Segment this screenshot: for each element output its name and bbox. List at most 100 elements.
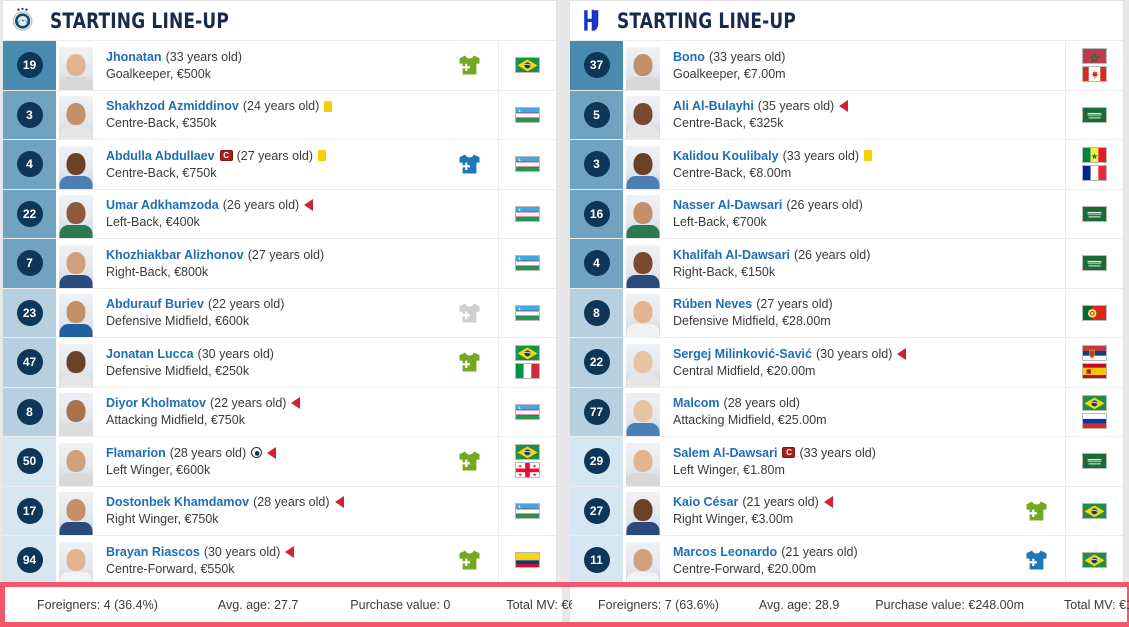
player-row[interactable]: 22 Sergej Milinković-Savić (30 years old) C… <box>570 338 1123 388</box>
player-photo[interactable] <box>59 492 93 535</box>
player-row[interactable]: 3 Shakhzod Azmiddinov (24 years old) Centre… <box>3 90 556 140</box>
jersey-in-grey-icon[interactable] <box>457 302 482 324</box>
player-row[interactable]: 11 Marcos Leonardo (21 years old) Centre-Fo… <box>570 536 1123 586</box>
player-name-link[interactable]: Abdurauf Buriev <box>106 296 204 312</box>
player-row[interactable]: 8 Rúben Neves (27 years old) Defensive Midf… <box>570 288 1123 338</box>
player-name-link[interactable]: Malcom <box>673 395 720 411</box>
player-row[interactable]: 23 Abdurauf Buriev (22 years old) Defensive… <box>3 288 556 338</box>
player-row[interactable]: 19 Jhonatan (33 years old) Goalkeeper, €500… <box>3 41 556 91</box>
player-photo[interactable] <box>626 145 660 189</box>
player-name-link[interactable]: Jhonatan <box>106 49 162 65</box>
player-photo-cell[interactable] <box>623 338 663 387</box>
shirt-number-badge: 8 <box>16 398 43 425</box>
player-name-link[interactable]: Rúben Neves <box>673 296 752 312</box>
player-photo-cell[interactable] <box>56 289 96 337</box>
colombia-flag-icon <box>515 552 540 569</box>
player-row[interactable]: 8 Diyor Kholmatov (22 years old) Attacking … <box>3 387 556 437</box>
player-photo[interactable] <box>626 46 660 90</box>
player-photo[interactable] <box>626 96 660 139</box>
player-name-link[interactable]: Umar Adkhamzoda <box>106 197 219 213</box>
player-name-link[interactable]: Marcos Leonardo <box>673 544 777 560</box>
player-photo-cell[interactable] <box>56 536 96 585</box>
jersey-in-green-icon[interactable] <box>457 351 482 373</box>
jersey-in-green-icon[interactable] <box>1024 500 1049 522</box>
player-photo[interactable] <box>59 343 93 387</box>
player-row[interactable]: 37 Bono (33 years old) Goalkeeper, €7.00m <box>570 41 1123 91</box>
player-photo-cell[interactable] <box>623 91 663 139</box>
player-photo-cell[interactable] <box>56 91 96 139</box>
player-row[interactable]: 27 Kaio César (21 years old) Right Winger, … <box>570 486 1123 536</box>
player-row[interactable]: 22 Umar Adkhamzoda (26 years old) Left-Back… <box>3 189 556 239</box>
player-photo[interactable] <box>59 442 93 486</box>
player-row[interactable]: 3 Kalidou Koulibaly (33 years old) Centre-B… <box>570 140 1123 190</box>
jersey-in-blue-icon[interactable] <box>1024 549 1049 571</box>
player-photo[interactable] <box>626 343 660 387</box>
player-photo-cell[interactable] <box>623 41 663 90</box>
player-age: (30 years old) <box>203 544 281 559</box>
player-photo[interactable] <box>59 96 93 139</box>
player-photo-cell[interactable] <box>56 338 96 387</box>
player-name-link[interactable]: Shakhzod Azmiddinov <box>106 98 239 114</box>
player-photo[interactable] <box>59 393 93 436</box>
player-row[interactable]: 7 Khozhiakbar Alizhonov (27 years old) Righ… <box>3 239 556 289</box>
player-photo-cell[interactable] <box>56 388 96 436</box>
player-name-link[interactable]: Nasser Al-Dawsari <box>673 197 782 213</box>
player-photo-cell[interactable] <box>56 190 96 238</box>
player-row[interactable]: 16 Nasser Al-Dawsari (26 years old) Left-Ba… <box>570 189 1123 239</box>
player-row[interactable]: 29 Salem Al-Dawsari C (33 years old) Left Wi… <box>570 437 1123 487</box>
player-photo-cell[interactable] <box>623 388 663 436</box>
jersey-in-green-icon[interactable] <box>457 450 482 472</box>
player-photo-cell[interactable] <box>56 437 96 486</box>
player-photo[interactable] <box>626 294 660 337</box>
player-name-link[interactable]: Bono <box>673 49 705 65</box>
player-photo-cell[interactable] <box>56 41 96 90</box>
player-photo[interactable] <box>59 294 93 337</box>
player-name-link[interactable]: Kaio César <box>673 494 738 510</box>
player-name-link[interactable]: Khalifah Al-Dawsari <box>673 247 790 263</box>
player-name-link[interactable]: Flamarion <box>106 445 166 461</box>
player-photo[interactable] <box>59 46 93 90</box>
player-photo[interactable] <box>626 195 660 238</box>
jersey-in-green-icon[interactable] <box>457 549 482 571</box>
player-row[interactable]: 4 Khalifah Al-Dawsari (26 years old) Right-… <box>570 239 1123 289</box>
player-name-link[interactable]: Khozhiakbar Alizhonov <box>106 247 244 263</box>
player-photo[interactable] <box>626 442 660 486</box>
player-photo[interactable] <box>59 195 93 238</box>
player-photo-cell[interactable] <box>623 536 663 585</box>
jersey-in-green-icon[interactable] <box>457 54 482 76</box>
player-name-link[interactable]: Sergej Milinković-Savić <box>673 346 812 362</box>
player-photo-cell[interactable] <box>623 140 663 189</box>
player-row[interactable]: 50 Flamarion (28 years old) Left Winger, €6… <box>3 437 556 487</box>
player-photo[interactable] <box>626 492 660 535</box>
player-row[interactable]: 5 Ali Al-Bulayhi (35 years old) Centre-Back… <box>570 90 1123 140</box>
player-photo-cell[interactable] <box>623 289 663 337</box>
player-photo[interactable] <box>626 541 660 585</box>
player-name-link[interactable]: Salem Al-Dawsari <box>673 445 777 461</box>
jersey-in-blue-icon[interactable] <box>457 153 482 175</box>
player-name-link[interactable]: Kalidou Koulibaly <box>673 148 779 164</box>
player-name-link[interactable]: Jonatan Lucca <box>106 346 194 362</box>
player-position-value: Central Midfield, €20.00m <box>673 363 816 378</box>
player-name-link[interactable]: Abdulla Abdullaev <box>106 148 215 164</box>
player-photo[interactable] <box>59 145 93 189</box>
player-name-link[interactable]: Diyor Kholmatov <box>106 395 206 411</box>
player-photo-cell[interactable] <box>56 140 96 189</box>
player-name-link[interactable]: Ali Al-Bulayhi <box>673 98 754 114</box>
player-row[interactable]: 47 Jonatan Lucca (30 years old) Defensive M… <box>3 338 556 388</box>
player-name-link[interactable]: Dostonbek Khamdamov <box>106 494 249 510</box>
player-name-link[interactable]: Brayan Riascos <box>106 544 200 560</box>
player-photo-cell[interactable] <box>56 487 96 535</box>
player-row[interactable]: 94 Brayan Riascos (30 years old) Centre-For… <box>3 536 556 586</box>
player-photo-cell[interactable] <box>623 487 663 535</box>
player-row[interactable]: 4 Abdulla Abdullaev C (27 years old) Centre-… <box>3 140 556 190</box>
player-photo[interactable] <box>626 244 660 288</box>
player-photo[interactable] <box>59 541 93 585</box>
player-row[interactable]: 77 Malcom (28 years old) Attacking Midfield… <box>570 387 1123 437</box>
player-photo[interactable] <box>59 244 93 288</box>
player-photo-cell[interactable] <box>623 239 663 288</box>
player-photo-cell[interactable] <box>56 239 96 288</box>
player-photo[interactable] <box>626 393 660 436</box>
player-row[interactable]: 17 Dostonbek Khamdamov (28 years old) Right… <box>3 486 556 536</box>
player-photo-cell[interactable] <box>623 437 663 486</box>
player-photo-cell[interactable] <box>623 190 663 238</box>
